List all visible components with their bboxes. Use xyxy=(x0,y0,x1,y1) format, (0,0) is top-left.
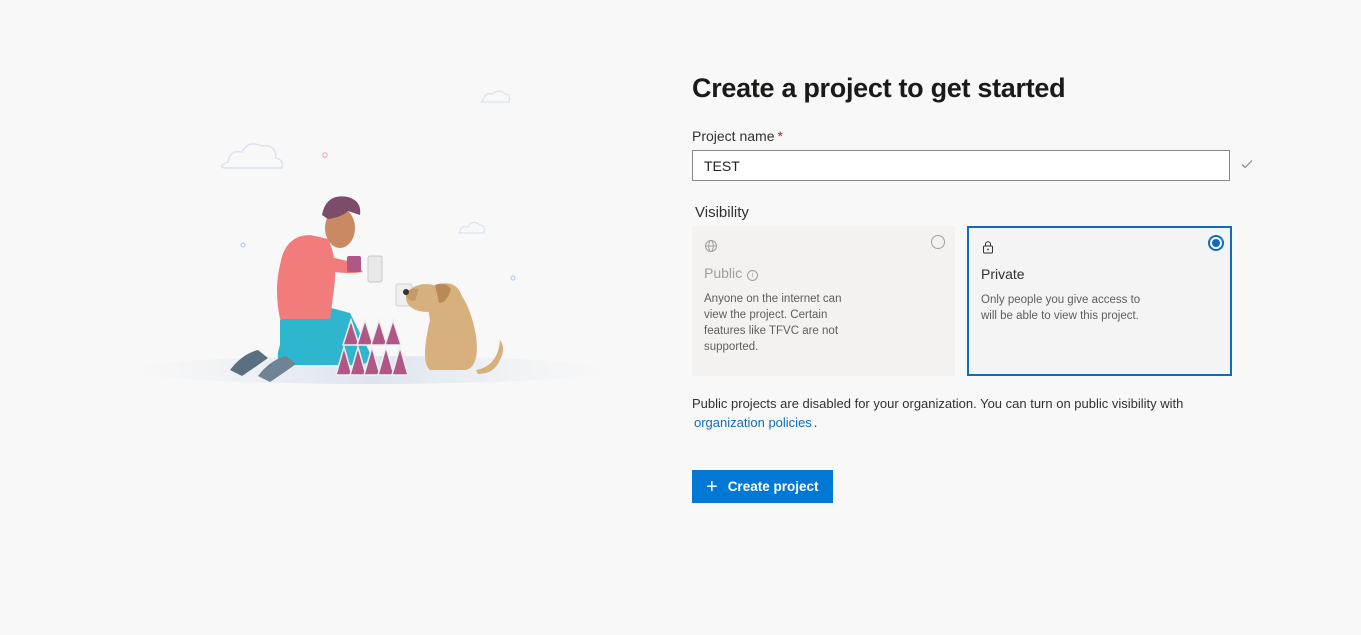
visibility-option-public[interactable]: Public i Anyone on the internet can view … xyxy=(692,226,955,376)
info-icon[interactable]: i xyxy=(747,270,759,281)
plus-icon: + xyxy=(706,475,718,498)
visibility-label: Visibility xyxy=(695,204,749,221)
notice-suffix: . xyxy=(813,415,818,430)
private-radio[interactable] xyxy=(1208,235,1224,251)
private-description: Only people you give access to will be a… xyxy=(981,294,1141,322)
required-mark: * xyxy=(777,128,783,144)
public-description: Anyone on the internet can view the proj… xyxy=(704,293,842,353)
public-disabled-notice: Public projects are disabled for your or… xyxy=(692,394,1237,432)
visibility-option-private[interactable]: Private Only people you give access to w… xyxy=(967,226,1232,376)
project-name-label: Project name * xyxy=(692,128,783,144)
checkmark-icon xyxy=(1241,160,1253,169)
person-with-dog-illustration xyxy=(130,90,610,384)
organization-policies-link[interactable]: organization policies xyxy=(692,415,814,430)
project-name-label-text: Project name xyxy=(692,128,775,144)
lock-icon xyxy=(983,241,993,254)
create-project-button[interactable]: + Create project xyxy=(692,470,833,503)
create-project-label: Create project xyxy=(727,479,819,494)
private-title: Private xyxy=(981,266,1025,282)
project-name-input[interactable] xyxy=(692,150,1230,181)
notice-text: Public projects are disabled for your or… xyxy=(692,396,1184,411)
public-radio[interactable] xyxy=(931,235,945,249)
page-title: Create a project to get started xyxy=(692,73,1066,103)
hero-illustration xyxy=(130,80,620,390)
public-title: Public i xyxy=(704,265,759,281)
globe-icon xyxy=(705,240,717,252)
public-title-text: Public xyxy=(704,265,743,281)
